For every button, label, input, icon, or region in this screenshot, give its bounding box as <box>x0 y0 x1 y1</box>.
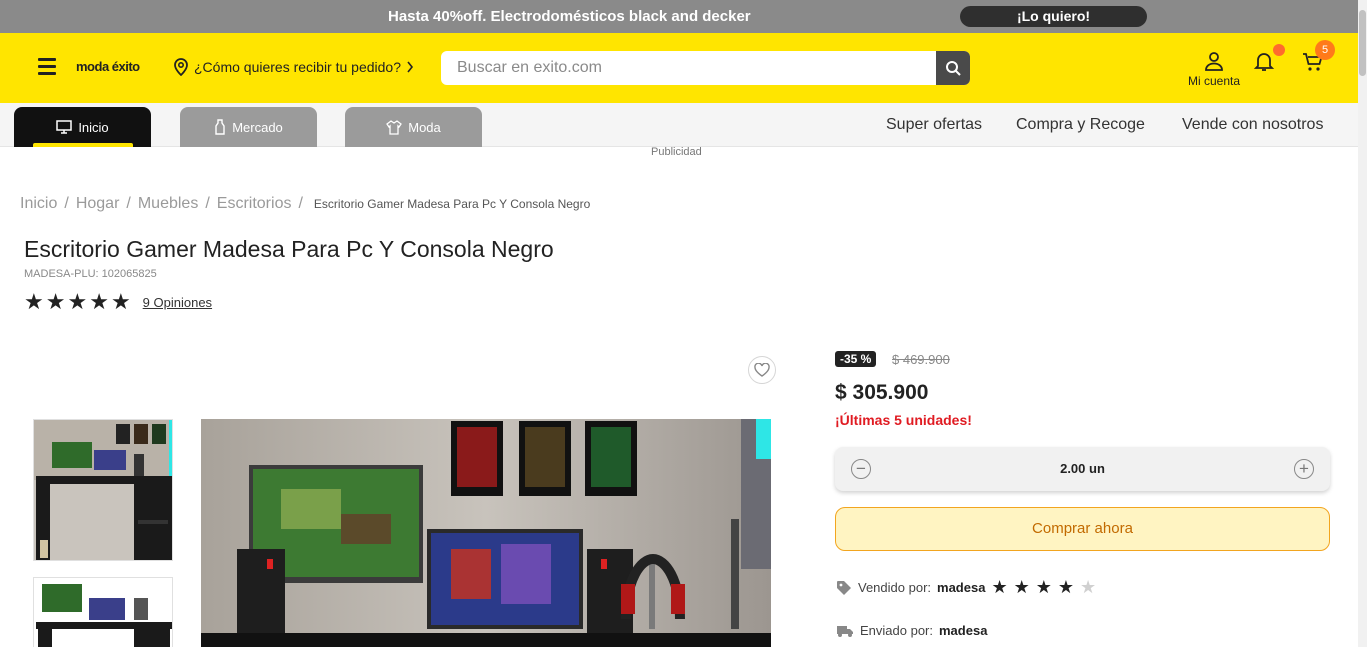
shipper-name: madesa <box>939 623 988 638</box>
product-sku: MADESA-PLU: 102065825 <box>24 268 157 280</box>
star-icon: ★ <box>110 289 131 314</box>
star-empty-icon: ★ <box>1080 577 1097 597</box>
user-icon <box>1205 52 1223 71</box>
star-icon: ★ <box>24 289 44 314</box>
tab-label: Mercado <box>232 119 283 135</box>
reviews-link[interactable]: 9 Opiniones <box>143 295 212 310</box>
product-title: Escritorio Gamer Madesa Para Pc Y Consol… <box>24 236 554 262</box>
nav-link-vende[interactable]: Vende con nosotros <box>1182 116 1323 134</box>
breadcrumb-current: Escritorio Gamer Madesa Para Pc Y Consol… <box>313 197 591 211</box>
discount-badge: -35 % <box>835 351 877 367</box>
nav-link-compra-recoge[interactable]: Compra y Recoge <box>1016 116 1145 134</box>
old-price: $ 469.900 <box>892 352 950 367</box>
product-main-image[interactable] <box>201 419 771 647</box>
quantity-value: 2.00 un <box>1060 461 1105 476</box>
breadcrumb-item[interactable]: Muebles <box>138 195 198 213</box>
account-button[interactable]: Mi cuenta <box>1184 51 1244 88</box>
star-icon: ★ <box>1057 577 1074 597</box>
current-price: $ 305.900 <box>835 381 929 404</box>
tab-label: Moda <box>408 119 441 135</box>
favorite-button[interactable] <box>748 356 776 384</box>
sold-by-label: Vendido por: <box>858 580 932 595</box>
site-header: moda éxito ¿Cómo quieres recibir tu pedi… <box>0 33 1358 103</box>
promo-bar: Hasta 40%off. Electrodomésticos black an… <box>0 0 1358 33</box>
hamburger-menu-icon[interactable] <box>38 58 56 76</box>
shipped-by-label: Enviado por: <box>860 623 933 638</box>
star-icon: ★ <box>1013 577 1030 597</box>
promo-cta-button[interactable]: ¡Lo quiero! <box>960 6 1147 27</box>
truck-icon <box>837 625 853 637</box>
notification-dot <box>1273 44 1285 56</box>
promo-text: Hasta 40%off. Electrodomésticos black an… <box>388 8 751 25</box>
quantity-stepper: − 2.00 un + <box>835 447 1330 491</box>
star-icon: ★ <box>991 577 1008 597</box>
stock-alert: ¡Últimas 5 unidades! <box>835 412 972 428</box>
product-thumbnail-image <box>34 578 172 647</box>
monitor-icon <box>56 120 73 134</box>
delivery-text: ¿Cómo quieres recibir tu pedido? <box>194 59 401 75</box>
product-rating: ★ ★ ★ ★ ★ 9 Opiniones <box>24 291 212 313</box>
star-icon: ★ <box>45 289 66 314</box>
search-bar <box>441 51 970 85</box>
logo[interactable]: moda éxito <box>76 59 140 74</box>
cart-count-badge: 5 <box>1315 40 1335 60</box>
nav-link-super-ofertas[interactable]: Super ofertas <box>886 116 982 134</box>
delivery-selector[interactable]: ¿Cómo quieres recibir tu pedido? <box>173 58 414 76</box>
bell-icon <box>1253 53 1275 71</box>
seller-name[interactable]: madesa <box>937 580 985 595</box>
tab-mercado[interactable]: Mercado <box>180 107 317 147</box>
breadcrumb-item[interactable]: Hogar <box>76 195 120 213</box>
page-scrollbar[interactable] <box>1358 0 1367 647</box>
tab-label: Inicio <box>78 119 109 135</box>
search-input[interactable] <box>457 58 927 78</box>
search-icon <box>946 61 961 76</box>
shirt-icon <box>386 119 403 135</box>
star-icon: ★ <box>1035 577 1052 597</box>
tag-icon <box>837 580 851 595</box>
tab-inicio[interactable]: Inicio <box>14 107 151 147</box>
star-icon: ★ <box>67 289 88 314</box>
location-pin-icon <box>174 58 188 76</box>
breadcrumb: Inicio / Hogar / Muebles / Escritorios / Esc… <box>20 195 591 213</box>
heart-icon <box>754 363 770 377</box>
main-nav: Inicio Mercado Moda Super ofertas Compra… <box>0 103 1358 147</box>
buy-now-button[interactable]: Comprar ahora <box>835 507 1330 551</box>
ad-label: Publicidad <box>651 146 702 158</box>
thumbnail-2[interactable] <box>33 577 173 647</box>
increase-quantity-button[interactable]: + <box>1294 459 1314 479</box>
product-photo <box>201 419 771 647</box>
chevron-right-icon <box>407 61 414 73</box>
tab-moda[interactable]: Moda <box>345 107 482 147</box>
product-thumbnail-image <box>34 420 172 560</box>
breadcrumb-item[interactable]: Inicio <box>20 195 57 213</box>
search-button[interactable] <box>936 51 970 85</box>
star-icon: ★ <box>89 289 109 314</box>
sold-by-row: Vendido por: madesa ★ ★ ★ ★ ★ <box>836 577 1096 598</box>
account-label: Mi cuenta <box>1187 74 1241 88</box>
bottle-icon <box>215 119 225 135</box>
breadcrumb-item[interactable]: Escritorios <box>217 195 292 213</box>
thumbnail-1[interactable] <box>33 419 173 561</box>
shipped-by-row: Enviado por: madesa <box>836 623 987 638</box>
scrollbar-thumb[interactable] <box>1359 10 1366 76</box>
